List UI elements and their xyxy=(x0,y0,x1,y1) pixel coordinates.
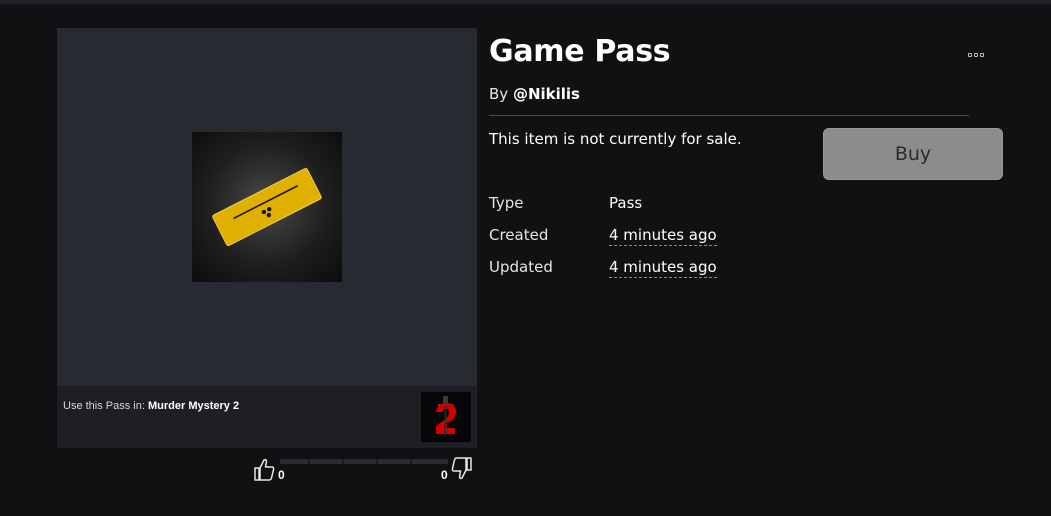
type-value: Pass xyxy=(609,194,643,212)
created-timestamp: 4 minutes ago xyxy=(609,226,717,246)
item-media-panel: Use this Pass in: Murder Mystery 2 xyxy=(57,28,477,448)
created-label: Created xyxy=(489,226,549,244)
more-options-button[interactable] xyxy=(962,44,990,66)
creator-link[interactable]: @Nikilis xyxy=(513,85,580,103)
game-icon[interactable] xyxy=(421,392,471,442)
game-pass-thumbnail xyxy=(192,132,342,282)
upvote-count: 0 xyxy=(278,468,285,482)
sale-status-text: This item is not currently for sale. xyxy=(489,130,742,148)
buy-button[interactable]: Buy xyxy=(823,128,1003,180)
thumbs-down-icon[interactable] xyxy=(450,456,474,482)
by-prefix: By xyxy=(489,85,509,103)
updated-value: 4 minutes ago xyxy=(609,258,717,278)
vote-row: 0 0 xyxy=(250,456,480,486)
type-label: Type xyxy=(489,194,524,212)
item-title: Game Pass xyxy=(489,34,671,69)
use-in-prefix: Use this Pass in: xyxy=(63,400,145,412)
updated-timestamp: 4 minutes ago xyxy=(609,258,717,278)
use-in-game-text: Use this Pass in: Murder Mystery 2 xyxy=(63,400,239,412)
use-in-game-bar: Use this Pass in: Murder Mystery 2 xyxy=(57,386,477,448)
creator-byline: By @Nikilis xyxy=(489,85,580,103)
vote-ratio-bar xyxy=(280,459,448,464)
top-bar xyxy=(0,0,1051,4)
downvote-count: 0 xyxy=(441,468,448,482)
murder-mystery-logo xyxy=(421,392,471,442)
created-value: 4 minutes ago xyxy=(609,226,717,246)
divider xyxy=(489,115,969,116)
pass-ticket-icon xyxy=(212,167,322,247)
updated-label: Updated xyxy=(489,258,553,276)
thumbs-up-icon[interactable] xyxy=(252,456,276,482)
game-link[interactable]: Murder Mystery 2 xyxy=(148,400,239,412)
